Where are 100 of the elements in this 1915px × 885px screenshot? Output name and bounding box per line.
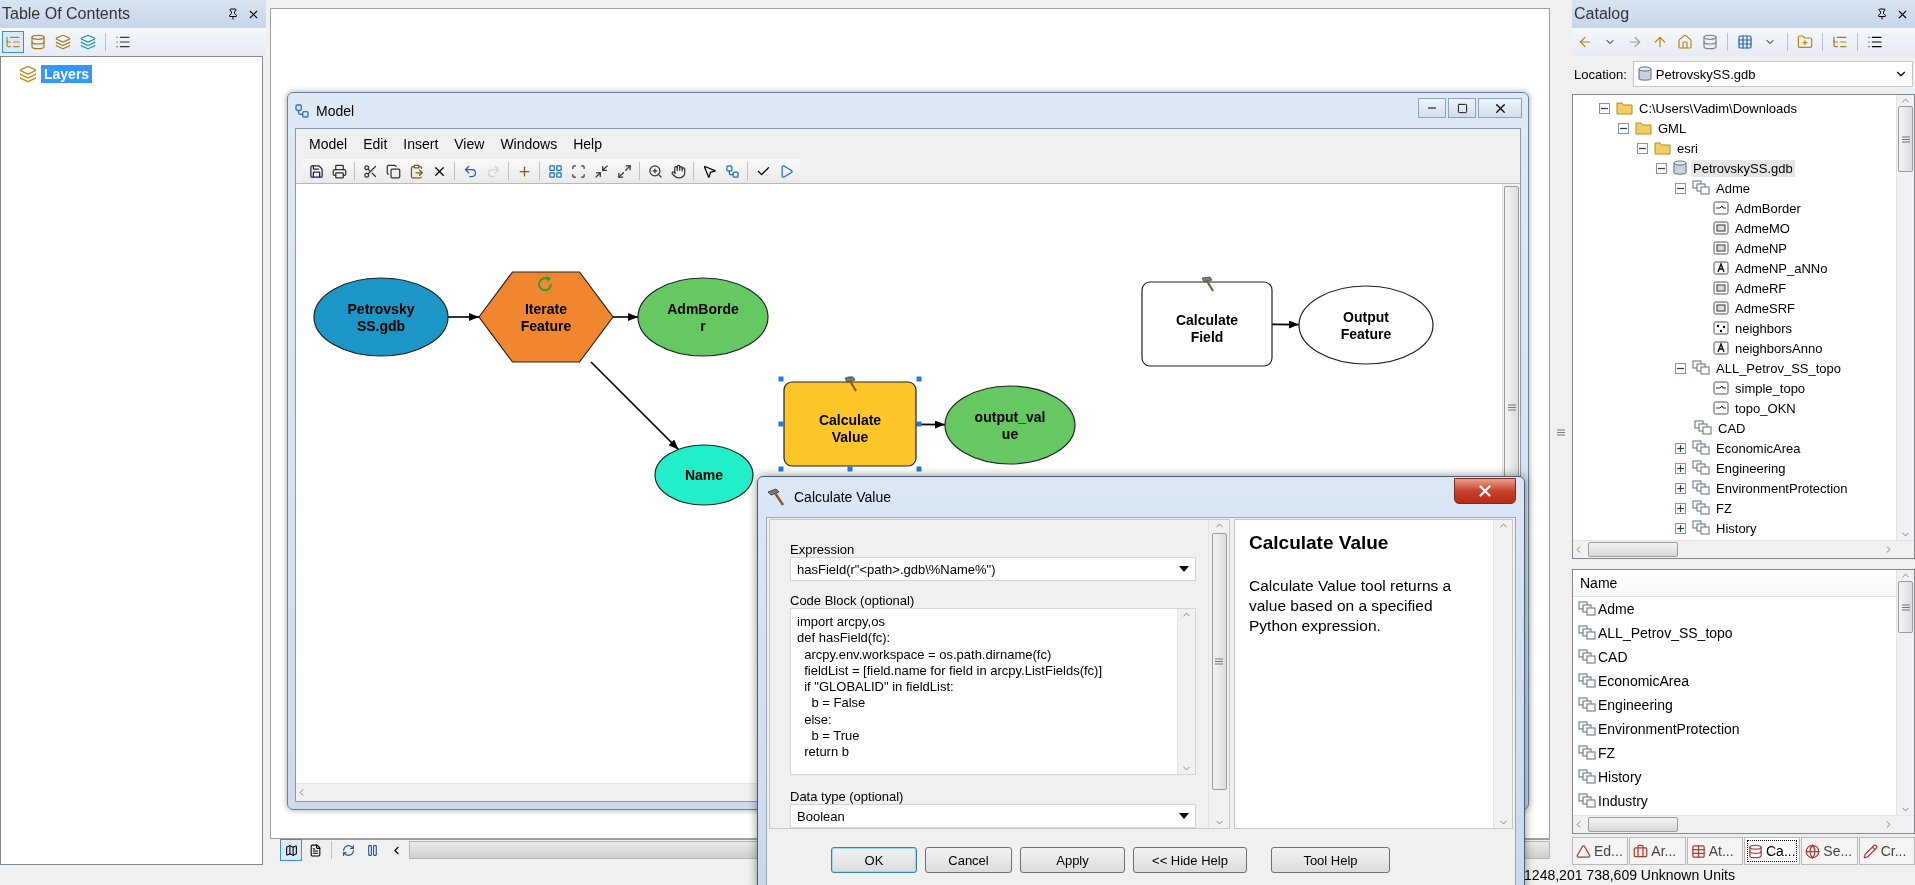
tree-item[interactable]: neighborsAnno [1733, 339, 1825, 357]
maximize-icon [1456, 102, 1468, 114]
tree-item[interactable]: AdmBorder [1733, 199, 1803, 217]
model-element[interactable]: Petrovsky SS.gdb [313, 277, 449, 357]
pin-button[interactable] [1875, 7, 1889, 21]
tree-item[interactable]: neighbors [1733, 319, 1795, 337]
dataset-icon [1578, 673, 1596, 689]
panel-tab[interactable]: Ar... [1629, 837, 1686, 865]
code-block-field[interactable]: import arcpy,os def hasField(fc): arcpy.env.workspace = os.path.dirname(fc) fieldList = [field.name for field in arcpy.ListFields(fc)] if "GLOBALID" in fieldList: b = False else: b = True return b [790, 608, 1196, 775]
list-item[interactable]: Engineering [1598, 697, 1673, 713]
model-element[interactable]: Iterate Feature [478, 271, 614, 363]
data-view-button[interactable] [280, 839, 302, 861]
plus-icon [1677, 484, 1684, 492]
close-button[interactable] [1454, 478, 1516, 504]
tree-item[interactable]: History [1714, 519, 1759, 537]
model-element[interactable]: Output Feature [1298, 285, 1434, 365]
panel-tab[interactable]: Ca... [1744, 837, 1801, 865]
menu-item[interactable]: Windows [493, 134, 565, 154]
menu-item[interactable]: Model [302, 134, 355, 154]
list-item[interactable]: ALL_Petrov_SS_topo [1598, 625, 1733, 641]
dialog-button[interactable]: Tool Help [1271, 847, 1390, 873]
tree-item[interactable]: EnvironmentProtection [1714, 479, 1850, 497]
location-field[interactable]: PetrovskySS.gdb [1632, 61, 1913, 87]
play-icon [778, 163, 794, 179]
model-element[interactable]: output_val ue [944, 385, 1076, 465]
panel-tab[interactable]: At... [1686, 837, 1743, 865]
horizontal-scrollbar[interactable] [1573, 540, 1914, 558]
tree-item[interactable]: PetrovskySS.gdb [1691, 159, 1795, 177]
pencil-icon [1862, 843, 1878, 859]
expand-toggle[interactable] [1618, 122, 1629, 134]
horizontal-scrollbar[interactable] [1573, 815, 1914, 833]
line-feature-icon [1713, 200, 1729, 216]
menu-item[interactable]: Help [566, 134, 609, 154]
list-item[interactable]: EconomicArea [1598, 673, 1690, 689]
dialog-button[interactable]: Cancel [925, 847, 1012, 873]
tree-item[interactable]: AdmeSRF [1733, 299, 1797, 317]
tree-item[interactable]: Engineering [1714, 459, 1788, 477]
list-item[interactable]: Industry [1598, 793, 1648, 809]
vertical-scrollbar[interactable] [1208, 520, 1229, 828]
copy-icon [385, 163, 401, 179]
model-element[interactable]: Calculate Field [1141, 281, 1273, 367]
tree-item[interactable]: ALL_Petrov_SS_topo [1714, 359, 1844, 377]
expand-toggle[interactable] [1675, 482, 1686, 494]
tree-item[interactable]: CAD [1716, 419, 1748, 437]
polygon-feature-icon [1713, 280, 1729, 296]
close-button[interactable] [1478, 98, 1522, 118]
tree-item[interactable]: topo_OKN [1733, 399, 1798, 417]
maximize-button[interactable] [1448, 98, 1476, 118]
tree-item[interactable]: esri [1675, 139, 1700, 157]
caret-icon[interactable] [1179, 566, 1189, 572]
tree-item[interactable]: C:\Users\Vadim\Downloads [1637, 99, 1799, 117]
panel-title: Catalog [1574, 5, 1630, 23]
dialog-button[interactable]: << Hide Help [1133, 847, 1247, 873]
tree-item[interactable]: Adme [1714, 179, 1752, 197]
vertical-scrollbar[interactable] [1177, 609, 1195, 774]
expression-field[interactable]: hasField(r"<path>.gdb\%Name%") [790, 557, 1196, 581]
layers-icon [55, 34, 71, 50]
location-label: Location: [1574, 66, 1627, 82]
menu-item[interactable]: Edit [356, 134, 395, 154]
minimize-button[interactable] [1418, 98, 1446, 118]
vertical-scrollbar[interactable] [1493, 520, 1512, 828]
pin-button[interactable] [226, 7, 240, 21]
list-item[interactable]: FZ [1598, 745, 1616, 761]
hammer-icon [1201, 276, 1214, 292]
model-element[interactable]: AdmBorde r [637, 277, 769, 357]
list-item[interactable]: Adme [1598, 601, 1635, 617]
tree-item[interactable]: GML [1656, 119, 1689, 137]
panel-tab[interactable]: Cr... [1858, 837, 1915, 865]
data-type-field[interactable]: Boolean [790, 804, 1196, 828]
vertical-scrollbar[interactable] [1896, 570, 1914, 815]
caret-icon[interactable] [1179, 813, 1189, 819]
tree-item[interactable]: FZ [1714, 499, 1734, 517]
expand-toggle[interactable] [1637, 142, 1648, 154]
panel-tab[interactable]: Ed... [1572, 837, 1629, 865]
tree-item[interactable]: AdmeMO [1733, 219, 1792, 237]
expand-toggle[interactable] [1675, 442, 1686, 454]
expand-toggle[interactable] [1656, 162, 1667, 174]
panel-tab[interactable]: Se... [1801, 837, 1858, 865]
dialog-button[interactable]: Apply [1020, 847, 1125, 873]
list-item[interactable]: CAD [1598, 649, 1628, 665]
list-item[interactable]: EnvironmentProtection [1598, 721, 1740, 737]
expand-toggle[interactable] [1675, 182, 1686, 194]
tree-item[interactable]: AdmeNP [1733, 239, 1790, 257]
menu-item[interactable]: View [447, 134, 492, 154]
dialog-button[interactable]: OK [831, 847, 917, 873]
dataset-icon [1578, 625, 1596, 641]
expand-toggle[interactable] [1675, 502, 1686, 514]
list-item[interactable]: History [1598, 769, 1642, 785]
tree-item[interactable]: AdmeNP_aNNo [1733, 259, 1830, 277]
tree-item[interactable]: EconomicArea [1714, 439, 1803, 457]
menu-item[interactable]: Insert [396, 134, 446, 154]
model-element[interactable]: Name [654, 444, 754, 506]
expand-toggle[interactable] [1599, 102, 1610, 114]
expand-toggle[interactable] [1675, 362, 1686, 374]
expand-toggle[interactable] [1675, 522, 1686, 534]
tree-item[interactable]: simple_topo [1733, 379, 1808, 397]
expand-icon [616, 163, 632, 179]
expand-toggle[interactable] [1675, 462, 1686, 474]
tree-item[interactable]: AdmeRF [1733, 279, 1789, 297]
vertical-scrollbar[interactable] [1896, 95, 1914, 540]
